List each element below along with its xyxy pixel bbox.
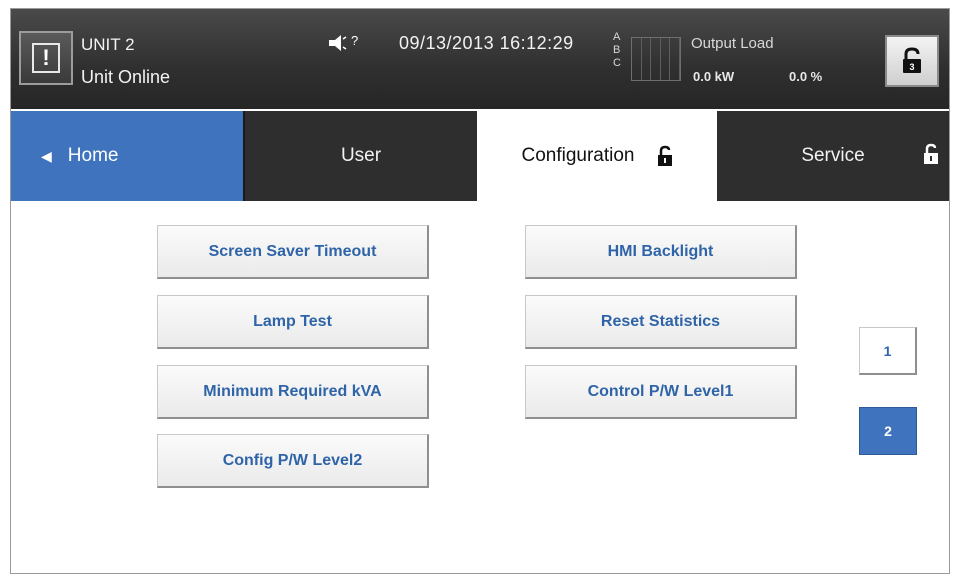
padlock-icon bbox=[657, 145, 673, 167]
phase-label-a: A bbox=[613, 31, 621, 43]
phase-label-c: C bbox=[613, 57, 621, 69]
output-load-title: Output Load bbox=[691, 35, 774, 52]
left-triangle-icon: ◀ bbox=[41, 147, 52, 164]
login-lock-button[interactable]: 3 bbox=[885, 35, 939, 87]
minimum-required-kva-button[interactable]: Minimum Required kVA bbox=[157, 365, 429, 419]
output-load-percent: 0.0 % bbox=[789, 69, 823, 84]
padlock-icon bbox=[923, 143, 939, 165]
page-2-button[interactable]: 2 bbox=[859, 407, 917, 455]
tab-configuration-label: Configuration bbox=[521, 145, 635, 166]
alarm-icon: ! bbox=[32, 43, 60, 73]
load-bar-graph bbox=[631, 37, 681, 81]
status-header: ! UNIT 2 Unit Online ? 09/13/2013 16:12:… bbox=[11, 9, 949, 109]
screen-saver-timeout-button[interactable]: Screen Saver Timeout bbox=[157, 225, 429, 279]
tab-configuration[interactable]: Configuration bbox=[477, 111, 717, 201]
output-load-kw: 0.0 kW bbox=[693, 69, 735, 84]
unit-status: Unit Online bbox=[81, 67, 171, 87]
lock-level: 3 bbox=[909, 62, 914, 72]
page-1-button[interactable]: 1 bbox=[859, 327, 917, 375]
tab-home[interactable]: ◀ Home bbox=[11, 111, 243, 201]
tab-service-label: Service bbox=[801, 145, 865, 166]
alarm-button[interactable]: ! bbox=[19, 31, 73, 85]
nav-tabs: ◀ Home User Configuration Service bbox=[11, 111, 949, 201]
phase-labels: A B C bbox=[613, 31, 621, 70]
date-time: 09/13/2013 16:12:29 bbox=[399, 33, 574, 53]
help-glyph: ? bbox=[351, 33, 358, 48]
phase-label-b: B bbox=[613, 44, 621, 56]
tab-user-label: User bbox=[340, 145, 382, 166]
tab-home-label: Home bbox=[67, 145, 119, 166]
config-pw-level2-button[interactable]: Config P/W Level2 bbox=[157, 434, 429, 488]
reset-statistics-button[interactable]: Reset Statistics bbox=[525, 295, 797, 349]
mute-speaker-icon[interactable]: ? bbox=[327, 33, 367, 53]
tab-service[interactable]: Service bbox=[717, 111, 949, 201]
padlock-icon: 3 bbox=[903, 47, 921, 73]
unit-name: UNIT 2 bbox=[81, 35, 135, 54]
hmi-screen: ! UNIT 2 Unit Online ? 09/13/2013 16:12:… bbox=[10, 8, 950, 574]
tab-user[interactable]: User bbox=[243, 111, 477, 201]
lamp-test-button[interactable]: Lamp Test bbox=[157, 295, 429, 349]
control-pw-level1-button[interactable]: Control P/W Level1 bbox=[525, 365, 797, 419]
hmi-backlight-button[interactable]: HMI Backlight bbox=[525, 225, 797, 279]
